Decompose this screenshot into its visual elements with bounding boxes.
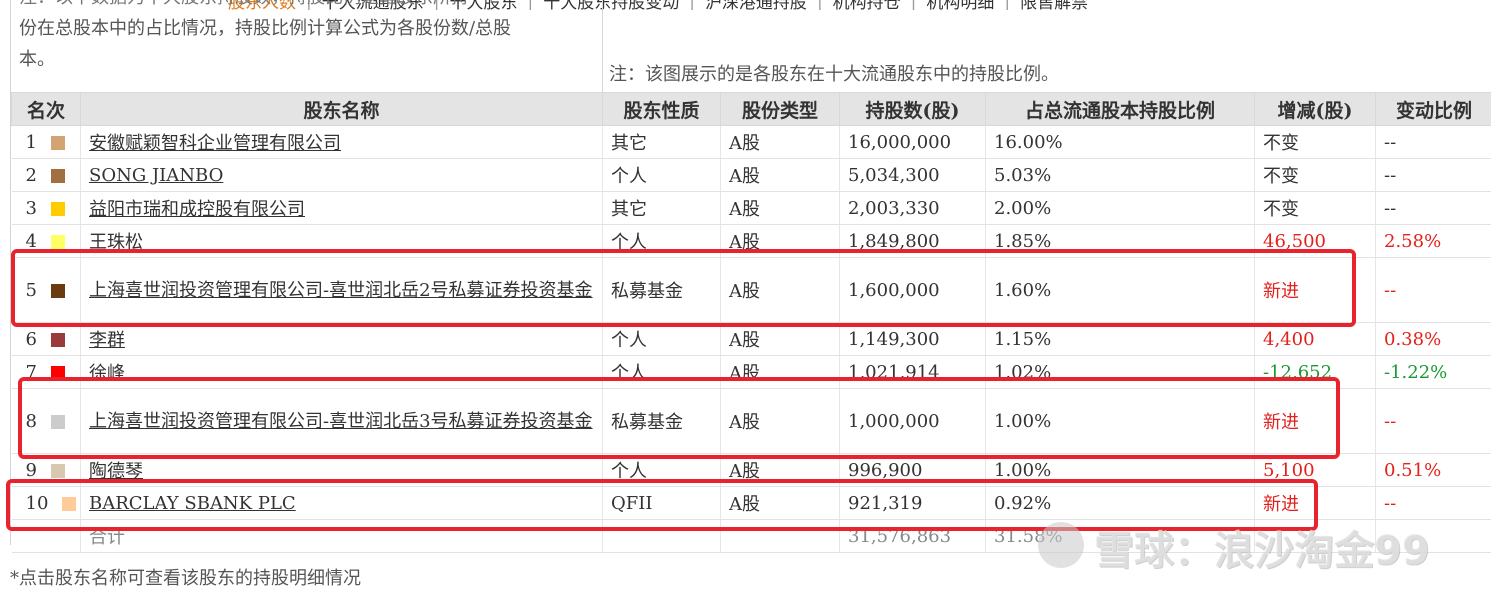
share-change: 4,400 [1255,323,1376,356]
holder-name-link[interactable]: 安徽赋颖智科企业管理有限公司 [89,133,341,154]
share-change: 不变 [1255,126,1376,159]
snowball-logo-icon [1038,522,1084,568]
legend-swatch [51,169,65,183]
legend-swatch [51,464,65,478]
rank-number: 9 [26,460,37,481]
holder-name-cell: SONG JIANBO [81,159,603,192]
share-change: 不变 [1255,159,1376,192]
share-type: A股 [721,159,840,192]
column-header: 增减(股) [1255,93,1376,126]
legend-swatch [51,333,65,347]
holder-name-cell: 安徽赋颖智科企业管理有限公司 [81,126,603,159]
holding-ratio: 1.15% [986,323,1255,356]
shares-held: 2,003,330 [840,192,986,225]
column-header: 股东名称 [81,93,603,126]
rank-cell: 3 [12,192,81,225]
holder-name-cell: 李群 [81,323,603,356]
change-percent: -1.22% [1376,356,1491,389]
holder-nature: 个人 [603,323,721,356]
change-percent: 0.51% [1376,454,1491,487]
change-percent: -- [1376,258,1491,323]
table-row: 2 SONG JIANBO 个人A股5,034,3005.03%不变-- [12,159,1491,192]
change-percent: 2.58% [1376,225,1491,258]
description-text: 注：以下数据为十大股东持股数，持股比例是指股东所持 份在总股本中的占比情况，持股… [11,0,603,92]
holder-name-link[interactable]: 益阳市瑞和成控股有限公司 [89,199,305,220]
table-header: 名次股东名称股东性质股份类型持股数(股)占总流通股本持股比例增减(股)变动比例 [12,93,1491,126]
column-header: 持股数(股) [840,93,986,126]
change-percent: -- [1376,192,1491,225]
table-row: 1 安徽赋颖智科企业管理有限公司 其它A股16,000,00016.00%不变-- [12,126,1491,159]
holder-name-link[interactable]: 李群 [89,330,125,351]
highlight-box-row-5 [11,249,1356,327]
column-header: 股份类型 [721,93,840,126]
holding-ratio: 2.00% [986,192,1255,225]
share-type: A股 [721,323,840,356]
change-percent: -- [1376,159,1491,192]
chart-note: 注：该图展示的是各股东在十大流通股东中的持股比例。 [609,60,1059,86]
shares-held: 16,000,000 [840,126,986,159]
rank-number: 2 [26,165,37,186]
shares-held: 1,149,300 [840,323,986,356]
change-percent: -- [1376,389,1491,454]
holding-ratio: 16.00% [986,126,1255,159]
holder-name-cell: 益阳市瑞和成控股有限公司 [81,192,603,225]
footnote: *点击股东名称可查看该股东的持股明细情况 [10,564,361,590]
description-line: 本。 [19,44,594,75]
share-change: 不变 [1255,192,1376,225]
column-header: 占总流通股本持股比例 [986,93,1255,126]
change-percent: 0.38% [1376,323,1491,356]
holder-nature: 其它 [603,126,721,159]
holder-nature: 个人 [603,159,721,192]
rank-cell: 1 [12,126,81,159]
rank-number: 6 [26,329,37,350]
holder-name-link[interactable]: SONG JIANBO [89,165,223,186]
rank-number: 1 [26,132,37,153]
column-header: 变动比例 [1376,93,1491,126]
shares-held: 5,034,300 [840,159,986,192]
share-type: A股 [721,192,840,225]
change-percent: -- [1376,487,1491,520]
watermark-text: 雪球：浪沙淘金99 [1094,518,1430,576]
table-row: 6 李群 个人A股1,149,3001.15%4,4000.38% [12,323,1491,356]
legend-swatch [51,136,65,150]
holding-ratio: 5.03% [986,159,1255,192]
holder-nature: 其它 [603,192,721,225]
description-line: 份在总股本中的占比情况，持股比例计算公式为各股份数/总股 [19,13,594,44]
share-type: A股 [721,126,840,159]
highlight-box-row-8 [18,377,1340,459]
legend-swatch [51,235,65,249]
description-line: 注：以下数据为十大股东持股数，持股比例是指股东所持 [19,0,594,13]
rank-number: 3 [26,198,37,219]
table-row: 3 益阳市瑞和成控股有限公司 其它A股2,003,3302.00%不变-- [12,192,1491,225]
rank-cell: 6 [12,323,81,356]
legend-swatch [51,202,65,216]
change-percent: -- [1376,126,1491,159]
watermark: 雪球：浪沙淘金99 [1032,516,1452,576]
column-header: 名次 [12,93,81,126]
rank-cell: 2 [12,159,81,192]
column-header: 股东性质 [603,93,721,126]
